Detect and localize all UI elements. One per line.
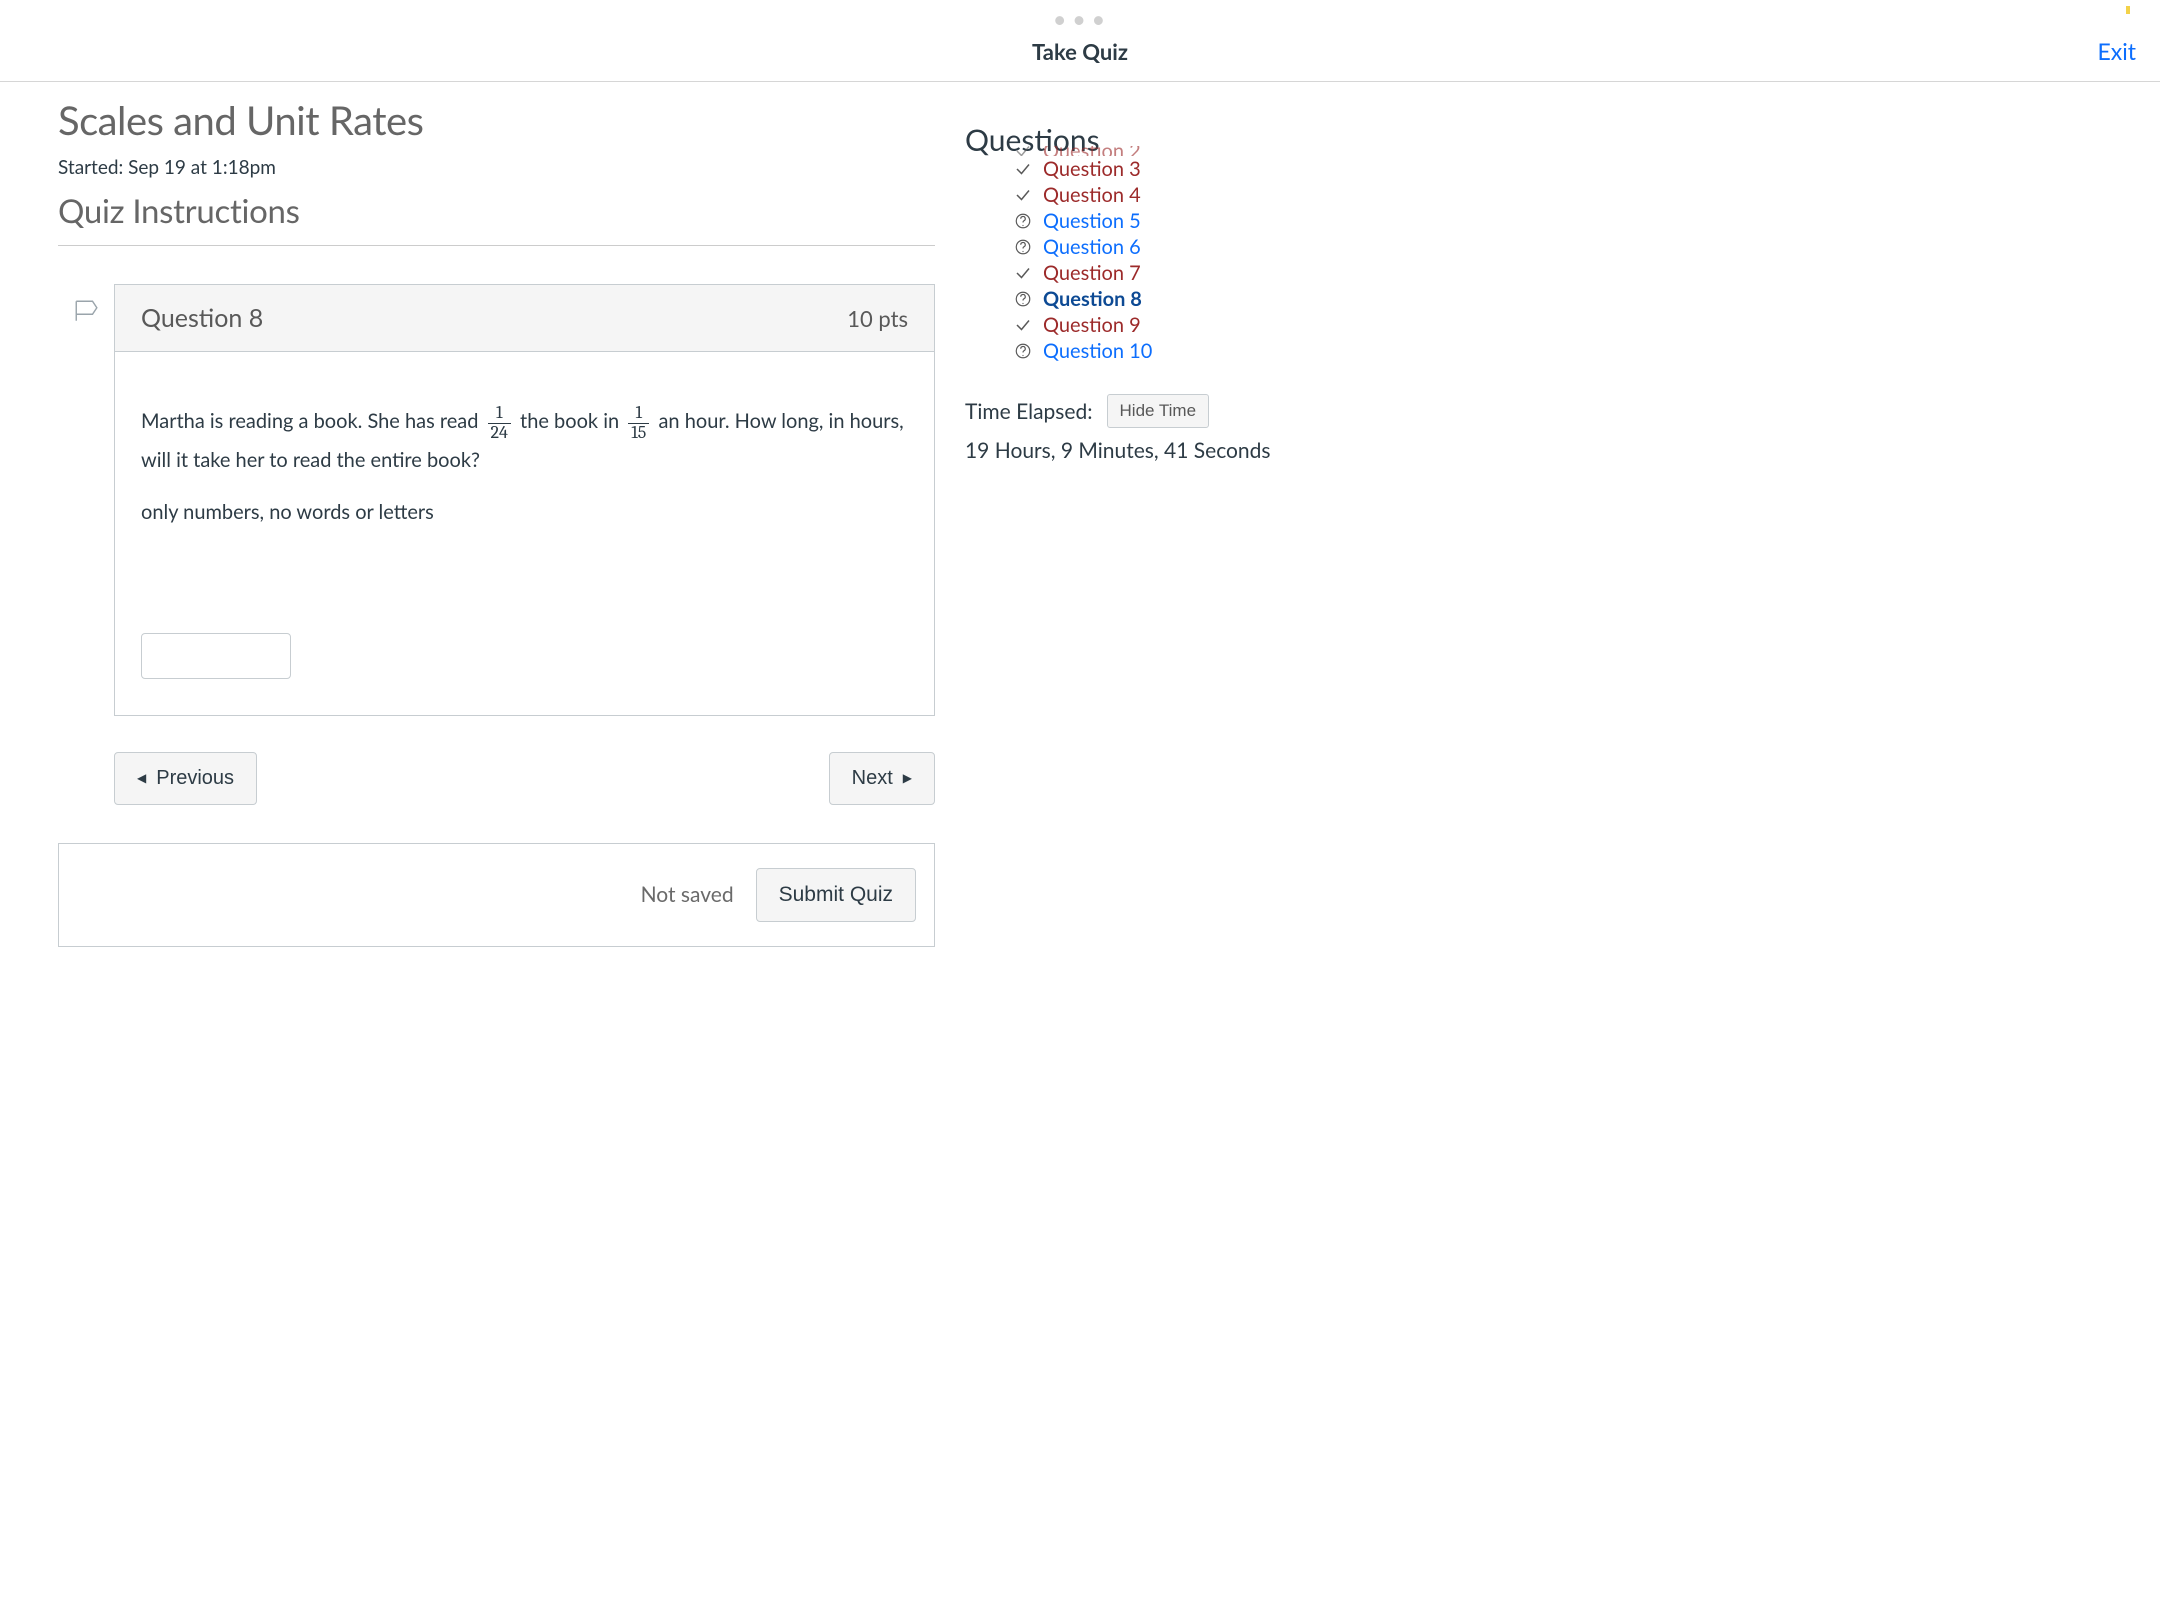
nav-row: ◀ Previous Next ▶ [114,752,935,805]
submit-quiz-button[interactable]: Submit Quiz [756,868,916,922]
exit-link[interactable]: Exit [2097,37,2136,65]
quiz-title: Scales and Unit Rates [58,96,935,144]
answer-input[interactable] [141,633,291,679]
question-nav-link[interactable]: Question 3 [1043,157,1141,181]
page-title: Take Quiz [1032,38,1128,65]
question-nav-item[interactable]: Question 6 [965,234,2130,260]
question-label: Question 8 [141,303,263,333]
check-icon [1013,316,1033,334]
flag-icon[interactable] [73,298,99,716]
check-icon [1013,186,1033,204]
question-nav-item[interactable]: Question 8 [965,286,2130,312]
question-mark-icon [1013,238,1033,256]
hide-time-button[interactable]: Hide Time [1107,394,1210,428]
question-nav-item[interactable]: Question 4 [965,182,2130,208]
check-icon [1013,264,1033,282]
chevron-left-icon: ◀ [137,771,146,785]
check-icon [1013,160,1033,178]
next-button[interactable]: Next ▶ [829,752,935,805]
question-nav-link[interactable]: Question 5 [1043,209,1141,233]
question-list: Question 2Question 3Question 4Question 5… [965,146,2130,364]
elapsed-value: 19 Hours, 9 Minutes, 41 Seconds [965,438,2130,463]
question-mark-icon [1013,212,1033,230]
fraction-2: 1 15 [628,404,649,443]
question-body: Martha is reading a book. She has read 1… [115,352,934,715]
question-nav-item[interactable]: Question 5 [965,208,2130,234]
main-content: Scales and Unit Rates Started: Sep 19 at… [0,82,935,947]
question-header: Question 8 10 pts [115,285,934,352]
question-nav-item[interactable]: Question 2 [965,146,2130,156]
status-indicator [2126,6,2130,14]
question-points: 10 pts [847,305,908,332]
question-card: Question 8 10 pts Martha is reading a bo… [114,284,935,716]
question-hint: only numbers, no words or letters [141,495,908,529]
drag-handle-dots: ● ● ● [1054,8,1106,30]
question-text: Martha is reading a book. She has read 1… [141,404,908,477]
fraction-1: 1 24 [488,404,511,443]
question-nav-link[interactable]: Question 7 [1043,261,1141,285]
question-nav-link[interactable]: Question 6 [1043,235,1141,259]
question-nav-item[interactable]: Question 3 [965,156,2130,182]
question-nav-link[interactable]: Question 2 [1043,146,1141,156]
sidebar: Questions Question 2Question 3Question 4… [935,82,2160,947]
question-nav-item[interactable]: Question 9 [965,312,2130,338]
question-nav-link[interactable]: Question 8 [1043,287,1142,311]
time-elapsed-label: Time Elapsed: [965,399,1093,424]
question-mark-icon [1013,342,1033,360]
save-status: Not saved [641,882,734,907]
question-nav-link[interactable]: Question 10 [1043,339,1152,363]
submit-row: Not saved Submit Quiz [58,843,935,947]
question-nav-item[interactable]: Question 10 [965,338,2130,364]
question-mark-icon [1013,290,1033,308]
check-icon [1013,146,1033,156]
question-nav-link[interactable]: Question 9 [1043,313,1141,337]
instructions-heading: Quiz Instructions [58,191,935,231]
question-nav-item[interactable]: Question 7 [965,260,2130,286]
top-bar: ● ● ● Take Quiz Exit [0,0,2160,82]
started-timestamp: Started: Sep 19 at 1:18pm [58,156,935,179]
previous-button[interactable]: ◀ Previous [114,752,257,805]
question-nav-link[interactable]: Question 4 [1043,183,1141,207]
divider [58,245,935,246]
chevron-right-icon: ▶ [903,771,912,785]
